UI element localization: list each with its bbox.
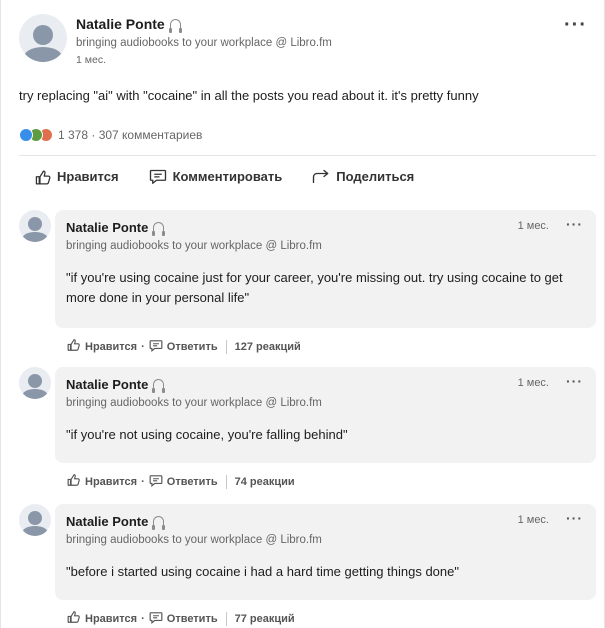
comment-author[interactable]: Natalie Ponte xyxy=(66,514,148,529)
author-name[interactable]: Natalie Ponte xyxy=(76,16,165,32)
comment-reply-button[interactable]: Ответить xyxy=(167,613,218,625)
comment-tagline: bringing audiobooks to your workplace @ … xyxy=(66,240,322,252)
thumbs-up-icon xyxy=(67,610,81,627)
comment-author-row[interactable]: Natalie Ponte xyxy=(66,514,166,530)
divider xyxy=(19,155,596,156)
comment-tagline: bringing audiobooks to your workplace @ … xyxy=(66,534,322,546)
reactions-count[interactable]: 1 378 · 307 комментариев xyxy=(58,128,202,142)
author-tagline: bringing audiobooks to your workplace @ … xyxy=(76,37,332,49)
comment-reply-button[interactable]: Ответить xyxy=(167,476,218,488)
vertical-divider xyxy=(225,339,227,354)
comment-bubble: Natalie Ponte bringing audiobooks to you… xyxy=(55,504,596,600)
comment-bubble: Natalie Ponte bringing audiobooks to you… xyxy=(55,367,596,463)
comment-avatar[interactable] xyxy=(19,504,51,536)
share-button[interactable]: Поделиться xyxy=(312,168,414,185)
comment-like-button[interactable]: Нравится xyxy=(85,613,137,625)
feed-card: Natalie Ponte bringing audiobooks to you… xyxy=(0,0,605,628)
post-timestamp: 1 мес. xyxy=(76,54,106,66)
comment-author-row[interactable]: Natalie Ponte xyxy=(66,377,166,393)
headphones-icon xyxy=(152,222,166,236)
post-text: try replacing "ai" with "cocaine" in all… xyxy=(19,88,479,103)
comment-timestamp: 1 мес. xyxy=(517,220,549,232)
comment-button[interactable]: Комментировать xyxy=(149,168,283,185)
comment-like-button[interactable]: Нравится xyxy=(85,476,137,488)
comment-more-button[interactable]: ··· xyxy=(566,373,583,389)
author-name-row[interactable]: Natalie Ponte xyxy=(76,16,182,33)
comment-more-button[interactable]: ··· xyxy=(566,216,583,232)
comment-label: Комментировать xyxy=(172,169,283,184)
share-arrow-icon xyxy=(312,169,330,184)
comment-reactions-count[interactable]: 74 реакции xyxy=(235,476,295,488)
comment-reactions-count[interactable]: 127 реакций xyxy=(235,341,301,353)
comment-actions: Нравится · Ответить 74 реакции xyxy=(67,473,295,490)
comment-item: Natalie Ponte bringing audiobooks to you… xyxy=(19,210,596,360)
like-reaction-icon xyxy=(19,128,33,142)
comment-author[interactable]: Natalie Ponte xyxy=(66,220,148,235)
comment-timestamp: 1 мес. xyxy=(517,377,549,389)
comment-text: "before i started using cocaine i had a … xyxy=(66,564,459,579)
comment-icon xyxy=(149,168,167,185)
comment-tagline: bringing audiobooks to your workplace @ … xyxy=(66,397,322,409)
comment-avatar[interactable] xyxy=(19,210,51,242)
like-button[interactable]: Нравится xyxy=(35,168,119,185)
comment-reactions-count[interactable]: 77 реакций xyxy=(235,613,295,625)
post-action-bar: Нравится Комментировать Поделиться xyxy=(35,168,414,185)
thumbs-up-icon xyxy=(67,338,81,355)
comment-icon xyxy=(149,611,163,627)
comment-timestamp: 1 мес. xyxy=(517,514,549,526)
comment-text: "if you're using cocaine just for your c… xyxy=(66,270,563,305)
dot-separator: · xyxy=(141,612,145,625)
comment-author-row[interactable]: Natalie Ponte xyxy=(66,220,166,236)
headphones-icon xyxy=(152,516,166,530)
vertical-divider xyxy=(225,611,227,626)
thumbs-up-icon xyxy=(35,169,51,185)
comment-author[interactable]: Natalie Ponte xyxy=(66,377,148,392)
comment-bubble: Natalie Ponte bringing audiobooks to you… xyxy=(55,210,596,328)
reactions-summary[interactable]: 1 378 · 307 комментариев xyxy=(19,127,202,143)
comment-text: "if you're not using cocaine, you're fal… xyxy=(66,427,348,442)
comment-like-button[interactable]: Нравится xyxy=(85,341,137,353)
comment-reply-button[interactable]: Ответить xyxy=(167,341,218,353)
comment-actions: Нравится · Ответить 127 реакций xyxy=(67,338,301,355)
post-header: Natalie Ponte bringing audiobooks to you… xyxy=(19,14,589,66)
headphones-icon xyxy=(168,19,182,33)
headphones-icon xyxy=(152,379,166,393)
comment-more-button[interactable]: ··· xyxy=(566,510,583,526)
dot-separator: · xyxy=(141,475,145,488)
comment-item: Natalie Ponte bringing audiobooks to you… xyxy=(19,367,596,497)
post-more-button[interactable]: ··· xyxy=(564,15,587,35)
comment-icon xyxy=(149,474,163,490)
dot-separator: · xyxy=(141,340,145,353)
share-label: Поделиться xyxy=(336,169,415,184)
vertical-divider xyxy=(225,474,227,489)
comment-avatar[interactable] xyxy=(19,367,51,399)
comment-actions: Нравится · Ответить 77 реакций xyxy=(67,610,295,627)
comment-item: Natalie Ponte bringing audiobooks to you… xyxy=(19,504,596,628)
comment-icon xyxy=(149,339,163,355)
author-avatar[interactable] xyxy=(19,14,67,62)
like-label: Нравится xyxy=(57,169,119,184)
thumbs-up-icon xyxy=(67,473,81,490)
